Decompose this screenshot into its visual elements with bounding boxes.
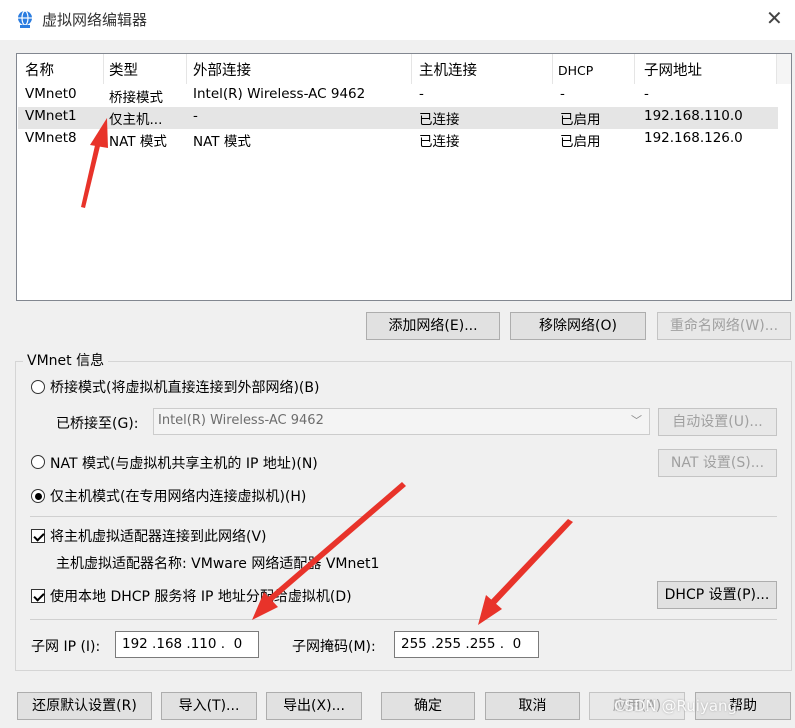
vmware-network-icon [15,9,35,29]
cell-external: - [193,108,198,124]
host-only-label[interactable]: 仅主机模式(在专用网络内连接虚拟机)(H) [50,486,306,506]
subnet-mask-value: 255 .255 .255 . 0 [401,636,522,652]
subnet-ip-value: 192 .168 .110 . 0 [122,636,243,652]
ok-button[interactable]: 确定 [381,692,475,720]
cell-subnet: 192.168.126.0 [644,130,743,146]
import-button[interactable]: 导入(T)... [161,692,257,720]
adapter-name-text: 主机虚拟适配器名称: VMware 网络适配器 VMnet1 [56,556,380,572]
cell-dhcp: 已启用 [560,112,601,128]
cell-dhcp: 已启用 [560,134,601,150]
export-button[interactable]: 导出(X)... [266,692,362,720]
dhcp-checkbox[interactable] [31,589,45,603]
cell-host: 已连接 [419,112,460,128]
subnet-mask-label: 子网掩码(M): [292,639,376,655]
dhcp-settings-button[interactable]: DHCP 设置(P)... [657,581,777,609]
window-title: 虚拟网络编辑器 [42,11,148,29]
column-header-type[interactable]: 类型 [109,59,138,80]
connect-adapter-label[interactable]: 将主机虚拟适配器连接到此网络(V) [50,526,267,546]
host-only-radio[interactable] [31,489,45,503]
table-row[interactable]: VMnet1 仅主机... - 已连接 已启用 192.168.110.0 [18,107,778,129]
connect-adapter-checkbox[interactable] [31,529,45,543]
cancel-button[interactable]: 取消 [485,692,580,720]
cell-type: 仅主机... [109,112,163,128]
column-header-host[interactable]: 主机连接 [419,59,477,80]
bridged-to-label: 已桥接至(G): [56,416,139,432]
auto-settings-button[interactable]: 自动设置(U)... [658,408,777,436]
column-header-subnet[interactable]: 子网地址 [644,59,702,80]
cell-host: 已连接 [419,134,460,150]
cell-subnet: - [644,86,649,102]
cell-external: NAT 模式 [193,134,251,150]
cell-name: VMnet0 [25,86,77,102]
bridge-mode-radio[interactable] [31,380,45,394]
column-header-name[interactable]: 名称 [25,59,54,80]
remove-network-button[interactable]: 移除网络(O) [510,312,646,340]
close-icon[interactable]: ✕ [766,6,783,30]
add-network-button[interactable]: 添加网络(E)... [366,312,500,340]
nat-settings-button[interactable]: NAT 设置(S)... [658,449,777,477]
dhcp-label[interactable]: 使用本地 DHCP 服务将 IP 地址分配给虚拟机(D) [50,586,352,606]
cell-dhcp: - [560,86,565,102]
cell-subnet: 192.168.110.0 [644,108,743,124]
rename-network-button[interactable]: 重命名网络(W)... [657,312,791,340]
watermark: CSDN @Ruiyang [614,697,738,715]
divider [30,516,777,517]
nat-mode-radio[interactable] [31,455,45,469]
cell-name: VMnet8 [25,130,77,146]
cell-name: VMnet1 [25,108,77,124]
group-title: VMnet 信息 [23,350,109,370]
column-divider[interactable] [186,54,187,84]
chevron-down-icon[interactable]: ﹀ [631,412,642,428]
divider [30,619,777,620]
cell-host: - [419,86,424,102]
column-divider[interactable] [411,54,412,84]
column-divider[interactable] [103,54,104,84]
column-divider[interactable] [552,54,553,84]
column-header-external[interactable]: 外部连接 [193,59,251,80]
cell-type: 桥接模式 [109,90,163,106]
table-row[interactable]: VMnet8 NAT 模式 NAT 模式 已连接 已启用 192.168.126… [18,129,778,151]
network-list[interactable]: 名称 类型 外部连接 主机连接 DHCP 子网地址 VMnet0 桥接模式 In… [16,53,792,301]
subnet-ip-label: 子网 IP (I): [31,639,101,655]
header-filler [776,54,791,84]
nat-mode-label[interactable]: NAT 模式(与虚拟机共享主机的 IP 地址)(N) [50,453,318,473]
bridged-to-value: Intel(R) Wireless-AC 9462 [158,413,324,428]
cell-type: NAT 模式 [109,134,167,150]
cell-external: Intel(R) Wireless-AC 9462 [193,86,366,102]
bridge-mode-label[interactable]: 桥接模式(将虚拟机直接连接到外部网络)(B) [50,377,319,397]
column-divider[interactable] [634,54,635,84]
table-row[interactable]: VMnet0 桥接模式 Intel(R) Wireless-AC 9462 - … [18,85,778,107]
restore-defaults-button[interactable]: 还原默认设置(R) [17,692,152,720]
column-header-dhcp[interactable]: DHCP [558,63,593,78]
